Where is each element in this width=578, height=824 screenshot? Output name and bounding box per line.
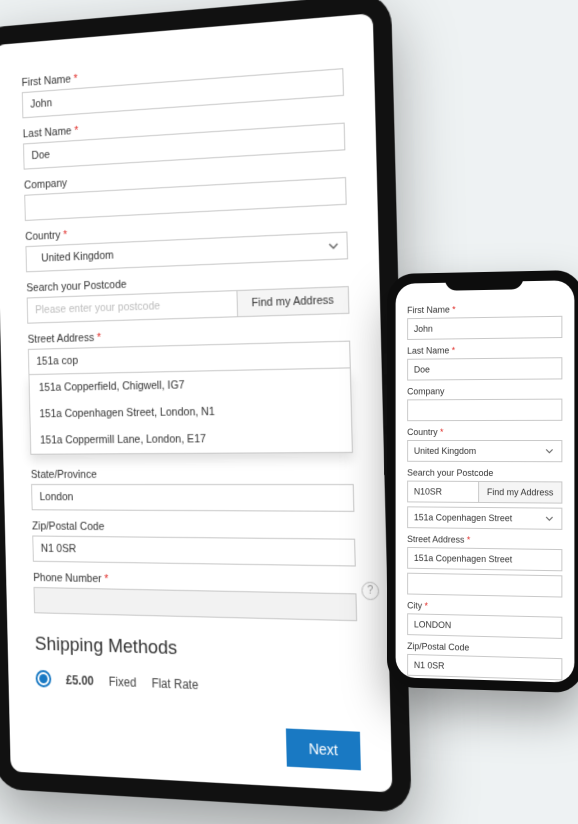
country-label: Country	[407, 427, 562, 437]
phone-label: Phone Number	[407, 682, 562, 683]
zip-label: Zip/Postal Code	[407, 641, 562, 655]
phone-side-button	[384, 353, 387, 375]
street-address-input[interactable]	[407, 547, 562, 571]
phone-device: First Name Last Name Company Country	[387, 270, 578, 693]
shipping-name: Flat Rate	[151, 676, 198, 692]
next-button[interactable]: Next	[286, 728, 361, 770]
shipping-method-row[interactable]: £5.00 Fixed Flat Rate	[35, 670, 359, 700]
phone-screen: First Name Last Name Company Country	[396, 280, 575, 683]
last-name-input[interactable]	[407, 357, 562, 380]
country-select[interactable]	[407, 440, 562, 462]
postcode-input[interactable]	[407, 481, 478, 503]
find-address-button[interactable]: Find my Address	[478, 481, 562, 504]
city-label: City	[407, 600, 562, 613]
address-suggestion-item[interactable]: 151a Coppermill Lane, London, E17	[31, 424, 352, 454]
zip-input[interactable]	[32, 535, 355, 566]
last-name-label: Last Name	[407, 344, 562, 356]
phone-input[interactable]	[34, 587, 358, 621]
state-input[interactable]	[31, 484, 354, 512]
shipping-methods-heading: Shipping Methods	[35, 633, 359, 666]
address-select[interactable]	[407, 506, 562, 530]
address-suggestion-list: 151a Copperfield, Chigwell, IG7 151a Cop…	[29, 368, 353, 454]
company-input[interactable]	[407, 399, 562, 422]
shipping-type: Fixed	[109, 674, 137, 689]
state-label: State/Province	[31, 468, 354, 481]
street-address-input-2[interactable]	[407, 573, 562, 598]
find-address-button[interactable]: Find my Address	[237, 286, 350, 317]
tablet-screen: First Name Last Name Company Country	[0, 13, 392, 792]
company-label: Company	[407, 385, 562, 396]
phone-notch	[445, 271, 524, 291]
address-suggestion-item[interactable]: 151a Copenhagen Street, London, N1	[30, 396, 351, 427]
phone-side-button	[384, 385, 387, 426]
zip-input[interactable]	[407, 654, 562, 680]
shipping-price: £5.00	[66, 672, 94, 687]
city-input[interactable]	[407, 613, 562, 639]
shipping-radio[interactable]	[35, 670, 51, 688]
street-address-label: Street Address	[407, 534, 562, 546]
zip-label: Zip/Postal Code	[32, 520, 355, 535]
postcode-search-label: Search your Postcode	[407, 468, 562, 479]
tablet-device: First Name Last Name Company Country	[0, 0, 412, 813]
postcode-input[interactable]	[27, 290, 237, 324]
first-name-input[interactable]	[407, 316, 562, 340]
first-name-label: First Name	[407, 303, 562, 316]
phone-side-button	[384, 434, 387, 475]
help-icon[interactable]: ?	[361, 582, 379, 601]
